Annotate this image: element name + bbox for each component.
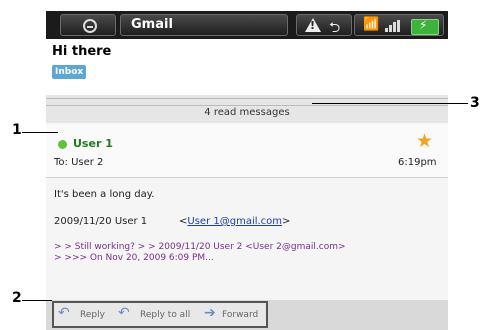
quote-email-wrap: <User 1@gmail.com> (179, 216, 290, 227)
forward-icon: ➔ (204, 305, 216, 321)
inbox-label: Inbox (52, 65, 87, 79)
message-actions-bar: ↶ Reply ↶ Reply to all ➔ Forward (46, 300, 448, 330)
message-time: 6:19pm (398, 157, 437, 168)
app-title: Gmail (120, 14, 288, 36)
callout-3-line (312, 103, 468, 104)
email-link[interactable]: User 1@gmail.com (187, 216, 282, 227)
usb-icon: ⮌ (329, 20, 341, 36)
callout-1-line (22, 132, 58, 133)
sender-name[interactable]: User 1 (73, 137, 113, 150)
recipient-line: To: User 2 (54, 157, 104, 168)
callout-2: 2 (12, 290, 22, 306)
message-card: User 1 ★ To: User 2 6:19pm It's been a l… (46, 125, 448, 330)
forward-button[interactable]: Forward (222, 310, 258, 320)
reply-all-icon: ↶ (118, 305, 130, 321)
reply-button[interactable]: Reply (80, 310, 105, 320)
warning-icon (305, 18, 321, 32)
system-status: 📶 (354, 14, 444, 36)
callout-1: 1 (12, 122, 22, 138)
conversation-header: Hi there Inbox (46, 39, 448, 96)
callout-3: 3 (470, 95, 480, 111)
signal-icon (385, 20, 403, 32)
star-icon[interactable]: ★ (416, 132, 433, 151)
wifi-icon: 📶 (363, 17, 380, 32)
reply-icon: ↶ (58, 305, 70, 321)
notification-area[interactable]: ⮌ (296, 14, 352, 36)
stacked-messages-lines (46, 98, 448, 106)
online-status-icon (58, 140, 67, 149)
reply-all-button[interactable]: Reply to all (140, 310, 190, 320)
message-body: It's been a long day. (54, 189, 155, 200)
quote-header: 2009/11/20 User 1 (54, 216, 148, 227)
quoted-text-line: > >>> On Nov 20, 2009 6:09 PM... (54, 253, 214, 263)
back-button[interactable] (60, 14, 116, 36)
phone-screen: Gmail ⮌ 📶 Hi there Inbox 4 read messages… (46, 11, 448, 330)
message-header[interactable]: User 1 ★ To: User 2 6:19pm (46, 125, 448, 178)
minus-circle-icon (83, 19, 97, 33)
quoted-text-line: > > Still working? > > 2009/11/20 User 2… (54, 242, 346, 252)
email-close-bracket: > (282, 216, 291, 227)
callout-2-line (22, 300, 52, 301)
conversation-subject: Hi there (52, 44, 112, 59)
battery-charging-icon (411, 18, 439, 35)
status-bar: Gmail ⮌ 📶 (46, 11, 448, 39)
read-messages-label: 4 read messages (204, 107, 290, 118)
read-messages-bar[interactable]: 4 read messages (46, 95, 448, 123)
